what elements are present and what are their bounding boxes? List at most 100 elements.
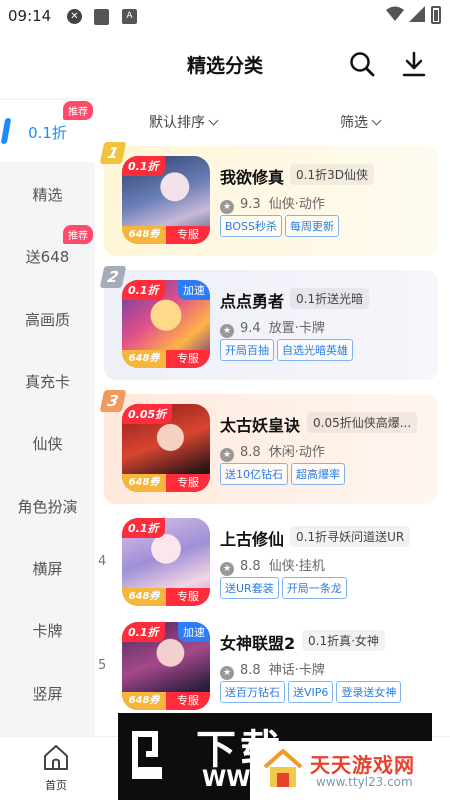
star-icon: ★ [220, 666, 234, 680]
sidebar-item-label: 竖屏 [32, 685, 63, 703]
notification-square-icon [94, 9, 109, 25]
game-subtitle: 0.05折仙侠高爆... [307, 412, 417, 433]
game-icon[interactable]: 0.05折 648券 专服 [122, 404, 210, 492]
feature-chip: 送UR套装 [220, 577, 279, 599]
sidebar-item-real-recharge[interactable]: 真充卡 [0, 349, 95, 411]
recommend-badge: 推荐 [63, 225, 93, 244]
notification-a-icon: A [122, 9, 137, 24]
feature-chip: 送百万钻石 [220, 681, 285, 703]
search-icon[interactable] [348, 50, 376, 78]
sidebar-item-portrait[interactable]: 竖屏 [0, 661, 95, 723]
rank-number: 4 [98, 554, 107, 569]
exclusive-server-tag: 专服 [166, 692, 210, 710]
game-score: 9.3 [240, 197, 261, 212]
voucher-tag: 648券 [122, 692, 166, 710]
discount-tag: 0.1折 [122, 622, 165, 642]
game-card[interactable]: 4 0.1折 648券 专服 上古修仙 0.1折寻妖问道送UR ★ 8.8 仙侠·挂… [98, 508, 438, 618]
chevron-down-icon [208, 115, 219, 126]
game-icon[interactable]: 0.1折 648券 专服 [122, 518, 210, 606]
star-icon: ★ [220, 324, 234, 338]
nav-home[interactable]: 首页 [33, 743, 79, 793]
feature-chip: 自选光暗英雄 [277, 339, 353, 361]
feature-chip: 开局百抽 [220, 339, 274, 361]
rank-number: 5 [98, 658, 107, 673]
sidebar-item-label: 横屏 [32, 560, 63, 578]
feature-chips: 送百万钻石 送VIP6 登录送女神 [220, 681, 404, 703]
feature-chip: 每周更新 [284, 215, 339, 237]
feature-chip: 登录送女神 [336, 681, 402, 703]
sidebar-item-xianxia[interactable]: 仙侠 [0, 411, 95, 473]
game-score: 9.4 [240, 321, 261, 336]
game-card[interactable]: 5 0.1折 加速 648券 专服 女神联盟2 0.1折真·女神 ★ 8.8 神话·… [98, 612, 438, 722]
sidebar-item-label: 送648 [25, 248, 70, 266]
sidebar-item-card[interactable]: 卡牌 [0, 598, 95, 660]
game-score: 8.8 [240, 559, 261, 574]
game-icon[interactable]: 0.1折 加速 648券 专服 [122, 622, 210, 710]
sidebar-item-label: 精选 [32, 186, 63, 204]
sidebar-item-rpg[interactable]: 角色扮演 [0, 474, 95, 536]
game-subtitle: 0.1折3D仙侠 [290, 164, 374, 185]
watermark-site-url: www.ttyl23.com [316, 775, 413, 789]
sidebar-item-label: 卡牌 [32, 622, 63, 640]
exclusive-server-tag: 专服 [166, 226, 210, 244]
game-card[interactable]: 3 0.05折 648券 专服 太古妖皇诀 0.05折仙侠高爆... ★ 8.8 休… [99, 390, 438, 504]
sidebar-item-label: 仙侠 [32, 435, 63, 453]
sort-default-dropdown[interactable]: 默认排序 [149, 112, 219, 132]
speed-up-tag: 加速 [178, 622, 210, 642]
game-genre: 神话·卡牌 [268, 663, 325, 678]
game-card[interactable]: 1 0.1折 648券 专服 我欲修真 0.1折3D仙侠 ★ 9.3 仙侠·动作 B… [99, 142, 438, 256]
game-subtitle: 0.1折真·女神 [302, 630, 385, 651]
bird-logo-icon [132, 731, 162, 779]
page-title: 精选分类 [186, 55, 263, 77]
game-genre: 休闲·动作 [268, 445, 325, 460]
battery-icon [431, 6, 441, 24]
discount-tag: 0.1折 [122, 518, 165, 538]
rating-row: ★ 9.3 仙侠·动作 [220, 193, 325, 214]
star-icon: ★ [220, 448, 234, 462]
rating-row: ★ 8.8 休闲·动作 [220, 441, 325, 462]
house-logo-icon [263, 749, 303, 787]
exclusive-server-tag: 专服 [166, 474, 210, 492]
discount-tag: 0.1折 [122, 280, 165, 300]
status-time: 09:14 [8, 7, 52, 25]
signal-icon [409, 6, 425, 22]
feature-chips: 送UR套装 开局一条龙 [220, 577, 350, 599]
category-sidebar: 0.1折 推荐 精选 送648 推荐 高画质 真充卡 仙侠 角色扮演 横屏 卡牌… [0, 98, 95, 736]
sidebar-item-landscape[interactable]: 横屏 [0, 536, 95, 598]
chevron-down-icon [371, 115, 382, 126]
game-subtitle: 0.1折寻妖问道送UR [290, 526, 411, 547]
game-name: 太古妖皇诀 [220, 416, 301, 435]
rating-row: ★ 8.8 神话·卡牌 [220, 659, 325, 680]
game-card[interactable]: 2 0.1折 加速 648券 专服 点点勇者 0.1折送光暗 ★ 9.4 放置·卡牌… [99, 266, 438, 380]
watermark-site-title: 天天游戏网 [310, 753, 415, 777]
sidebar-item-high-quality[interactable]: 高画质 [0, 287, 95, 349]
exclusive-server-tag: 专服 [166, 588, 210, 606]
feature-chip: BOSS秒杀 [220, 215, 282, 237]
game-name: 上古修仙 [220, 530, 285, 549]
game-genre: 仙侠·挂机 [268, 559, 325, 574]
feature-chip: 送10亿钻石 [220, 463, 288, 485]
voucher-tag: 648券 [122, 474, 166, 492]
sidebar-item-0-1-discount[interactable]: 0.1折 推荐 [0, 100, 95, 162]
sidebar-item-send-648[interactable]: 送648 推荐 [0, 224, 95, 286]
game-name: 我欲修真 [220, 168, 285, 187]
filter-dropdown[interactable]: 筛选 [340, 112, 382, 132]
sidebar-item-label: 角色扮演 [17, 498, 78, 516]
filter-label: 筛选 [340, 115, 368, 131]
status-bar: 09:14 ✕ A [0, 0, 450, 32]
game-icon[interactable]: 0.1折 加速 648券 专服 [122, 280, 210, 368]
game-icon[interactable]: 0.1折 648券 专服 [122, 156, 210, 244]
game-name: 点点勇者 [220, 292, 285, 311]
voucher-tag: 648券 [122, 226, 166, 244]
speed-up-tag: 加速 [178, 280, 210, 300]
sidebar-item-label: 高画质 [24, 311, 70, 329]
download-icon[interactable] [400, 50, 428, 78]
discount-tag: 0.05折 [122, 404, 173, 424]
home-icon [44, 745, 68, 770]
exclusive-server-tag: 专服 [166, 350, 210, 368]
rating-row: ★ 9.4 放置·卡牌 [220, 317, 325, 338]
game-name: 女神联盟2 [220, 634, 296, 653]
sidebar-item-featured[interactable]: 精选 [0, 162, 95, 224]
watermark-site-logo: 天天游戏网 www.ttyl23.com [250, 741, 446, 800]
feature-chips: BOSS秒杀 每周更新 [220, 215, 342, 237]
